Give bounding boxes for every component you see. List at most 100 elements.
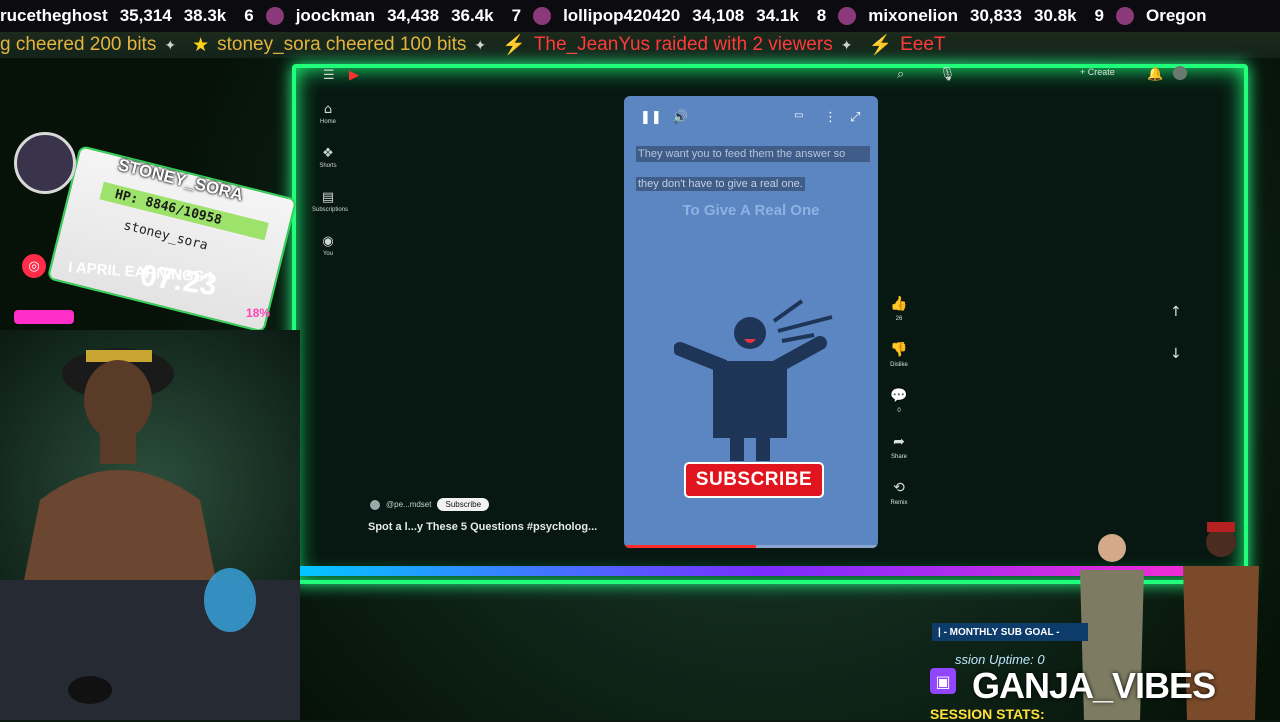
leaderboard-avatar: [838, 7, 857, 25]
channel-avatar[interactable]: [370, 499, 380, 510]
hp-plate: STONEY_SORA HP: 8846/10958 stoney_sora: [46, 144, 298, 334]
more-options-icon[interactable]: ⋮: [824, 110, 837, 125]
lightning-icon: ⚡: [868, 35, 893, 56]
previous-short-icon[interactable]: ↑: [1170, 304, 1182, 320]
sidebar-item-label: Shorts: [319, 163, 337, 169]
leaderboard-points: 34,438: [387, 6, 440, 25]
ticker-separator-icon: ✦: [474, 36, 487, 53]
video-progress-fill: [624, 545, 757, 548]
leaderboard-avatar: [533, 7, 552, 25]
leaderboard-name: Oregon: [1146, 6, 1207, 25]
captions-icon[interactable]: ▭: [794, 110, 803, 121]
share-button[interactable]: ➦ Share: [885, 434, 913, 460]
home-icon: ⌂: [323, 102, 333, 117]
ticker-separator-icon: ✦: [164, 36, 177, 53]
sidebar-item-label: Home: [319, 119, 336, 125]
short-video-player[interactable]: ❚❚ 🔊 ▭ ⋮ ⤢ They want you to feed them th…: [624, 96, 878, 548]
sidebar-item-shorts[interactable]: ❖ Shorts: [312, 146, 344, 169]
ticker-event-text: EeeT: [900, 34, 946, 55]
leaderboard-entry: 8 mixonelion 30,833 30.8k: [817, 6, 1095, 26]
leaderboard-avatar: [1116, 7, 1135, 25]
channel-handle[interactable]: @pe...mdset: [386, 500, 431, 509]
sidebar-item-you[interactable]: ◉ You: [312, 234, 344, 257]
volume-icon[interactable]: 🔊: [672, 110, 688, 125]
streamer-stats-card: STONEY_SORA HP: 8846/10958 stoney_sora 0…: [0, 62, 298, 362]
menu-icon[interactable]: ☰: [323, 68, 335, 83]
subscriptions-icon: ▤: [321, 190, 335, 205]
comment-button[interactable]: 💬 0: [885, 388, 913, 414]
leaderboard-name: joockman: [295, 6, 376, 25]
caption-line-2: they don't have to give a real one.: [636, 177, 805, 191]
leaderboard-points: 35,314: [119, 6, 172, 25]
earnings-percent: 18%: [246, 306, 271, 320]
leaderboard-name: lollipop420420: [563, 6, 681, 25]
remix-icon: ⟲: [893, 480, 905, 496]
share-icon: ➦: [893, 434, 905, 450]
leaderboard-name: mixonelion: [868, 6, 958, 25]
action-label: 0: [897, 408, 901, 414]
target-icon: ◎: [22, 254, 46, 278]
pause-icon[interactable]: ❚❚: [640, 110, 662, 125]
leaderboard-ticker: rucetheghost 35,314 38.3k 6 joockman 34,438 36…: [0, 0, 1280, 32]
lightning-icon: ⚡: [502, 35, 526, 56]
leaderboard-entry: 9 Oregon: [1095, 6, 1225, 26]
caption-line-1: They want you to feed them the answer so: [636, 146, 870, 162]
leaderboard-points: 34,108: [692, 6, 745, 25]
streamer-webcam-image: [0, 348, 300, 720]
sidebar-item-label: Subscriptions: [312, 207, 349, 213]
you-icon: ◉: [322, 234, 334, 249]
action-label: Dislike: [890, 362, 908, 368]
remix-button[interactable]: ⟲ Remix: [885, 480, 913, 506]
sidebar-item-subscriptions[interactable]: ▤ Subscriptions: [312, 190, 349, 213]
short-title[interactable]: Spot a l...y These 5 Questions #psycholo…: [368, 521, 597, 533]
comment-icon: 💬: [890, 388, 908, 404]
leaderboard-short: 36.4k: [451, 6, 494, 25]
ticker-event: ★ stoney_sora cheered 100 bits ✦: [192, 34, 502, 57]
monthly-sub-goal: | - MONTHLY SUB GOAL -: [932, 623, 1088, 641]
action-label: Remix: [890, 500, 908, 506]
leaderboard-short: 34.1k: [756, 6, 799, 25]
leaderboard-points: 30,833: [970, 6, 1022, 25]
channel-name: GANJA_VIBES: [972, 665, 1216, 706]
video-progress-bar[interactable]: [624, 545, 878, 548]
like-icon: 👍: [890, 296, 908, 312]
leaderboard-rank: 9: [1094, 6, 1105, 25]
star-icon: ★: [192, 34, 210, 56]
short-overlay-title: To Give A Real One: [682, 202, 820, 219]
account-avatar[interactable]: [1173, 66, 1187, 80]
action-label: Share: [890, 454, 907, 460]
leaderboard-entry: 6 joockman 34,438 36.4k: [244, 6, 511, 26]
search-icon[interactable]: ⌕: [897, 67, 904, 82]
next-short-icon[interactable]: ↓: [1170, 346, 1182, 362]
sidebar-item-label: You: [322, 251, 334, 257]
shouting-figure-illustration: [674, 299, 833, 461]
ticker-event-text: The_JeanYus raided with 2 viewers: [533, 34, 833, 55]
create-button[interactable]: + Create: [1080, 67, 1115, 77]
cheer-ticker: g cheered 200 bits ✦ ★ stoney_sora cheered …: [0, 32, 1280, 58]
channel-row: @pe...mdset Subscribe: [370, 498, 490, 511]
dislike-icon: 👎: [890, 342, 908, 358]
notifications-icon[interactable]: 🔔: [1147, 67, 1163, 82]
dislike-button[interactable]: 👎 Dislike: [885, 342, 913, 368]
leaderboard-entry: 7 lollipop420420 34,108 34.1k: [512, 6, 817, 26]
webcam-feed: [0, 330, 300, 720]
like-button[interactable]: 👍 26: [885, 296, 913, 322]
fullscreen-icon[interactable]: ⤢: [850, 110, 860, 125]
action-label: 26: [895, 316, 903, 322]
leaderboard-rank: 8: [816, 6, 827, 25]
leaderboard-short: 38.3k: [183, 6, 227, 25]
streamer-avatar: [14, 132, 76, 194]
twitch-icon: ▣: [930, 668, 956, 694]
leaderboard-short: 30.8k: [1034, 6, 1077, 25]
sidebar-item-home[interactable]: ⌂ Home: [312, 102, 344, 125]
shorts-icon: ❖: [322, 146, 334, 161]
microphone-icon[interactable]: 🎙: [939, 67, 956, 82]
youtube-logo-icon[interactable]: ▶: [349, 68, 359, 83]
ticker-separator-icon: ✦: [840, 36, 853, 53]
ticker-event: ⚡ EeeT: [868, 33, 961, 57]
leaderboard-rank: 6: [244, 6, 254, 25]
leaderboard-avatar: [265, 7, 284, 25]
leaderboard-rank: 7: [511, 6, 522, 25]
subscribe-button[interactable]: Subscribe: [437, 498, 490, 511]
earnings-bar-pink: [14, 310, 74, 324]
